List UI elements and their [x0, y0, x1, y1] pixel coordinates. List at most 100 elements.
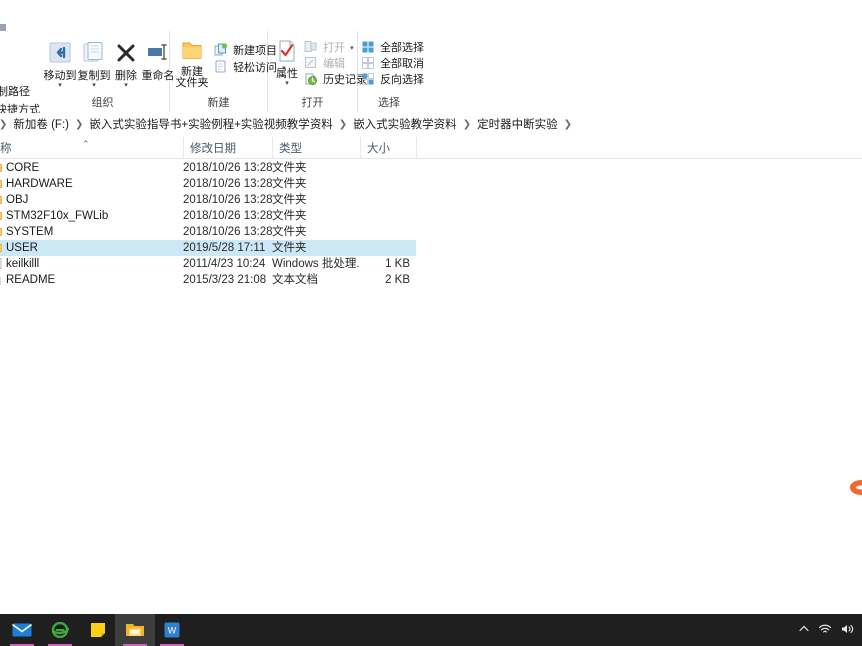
cell-size — [360, 176, 410, 192]
show-hidden-icons-icon[interactable] — [798, 623, 810, 638]
taskbar-item-wps[interactable]: W — [152, 614, 192, 646]
ribbon-group-select-label: 选择 — [378, 97, 400, 109]
network-wifi-icon[interactable] — [818, 623, 832, 638]
open-chevron-down-icon[interactable]: ▾ — [350, 44, 354, 52]
properties-button[interactable]: 属性 ▾ — [270, 39, 304, 87]
cell-date: 2018/10/26 13:28 — [183, 178, 273, 190]
window-title-strip — [0, 0, 862, 34]
column-header-size[interactable]: 大小 — [360, 137, 416, 158]
table-row[interactable]: OBJ 2018/10/26 13:28 文件夹 — [0, 192, 416, 208]
new-folder-icon — [172, 39, 212, 65]
ribbon-group-new: 新建 文件夹 新建项目 ▾ — [170, 31, 286, 112]
table-row[interactable]: USER 2019/5/28 17:11 文件夹 — [0, 240, 416, 256]
cell-type: 文件夹 — [272, 242, 307, 254]
delete-chevron-down-icon[interactable]: ▾ — [110, 82, 142, 89]
breadcrumb-separator-1[interactable]: ❯ — [72, 119, 86, 130]
table-row[interactable]: keilkilll 2011/4/23 10:24 Windows 批处理... 1 … — [0, 256, 416, 272]
copy-to-button[interactable]: 复制到 ▾ — [74, 41, 114, 89]
cell-date: 2018/10/26 13:28 — [183, 162, 273, 174]
properties-chevron-down-icon[interactable]: ▾ — [270, 80, 304, 87]
taskbar-item-file-explorer[interactable] — [115, 614, 155, 646]
cell-type: 文件夹 — [272, 162, 307, 174]
easy-access-icon — [214, 60, 227, 76]
breadcrumb-separator-4[interactable]: ❯ — [561, 119, 575, 130]
folder-icon — [0, 210, 3, 221]
new-item-icon — [214, 43, 228, 59]
delete-label: 删除 — [115, 69, 137, 82]
batch-file-icon — [0, 258, 2, 269]
history-icon — [304, 72, 317, 88]
cell-size — [360, 224, 410, 240]
invert-selection-label: 反向选择 — [380, 74, 425, 86]
ribbon-group-new-label: 新建 — [207, 97, 230, 109]
file-explorer-icon — [125, 622, 145, 638]
mail-icon — [12, 622, 32, 638]
column-header-date-label: 修改日期 — [190, 142, 236, 155]
cell-date: 2011/4/23 10:24 — [183, 258, 266, 270]
copy-path-button[interactable]: 复制路径 — [0, 83, 30, 99]
folder-icon — [0, 226, 3, 237]
table-row[interactable]: CORE 2018/10/26 13:28 文件夹 — [0, 160, 416, 176]
cell-size — [360, 208, 410, 224]
ribbon-group-organize-label: 组织 — [91, 97, 114, 109]
ribbon-content: 复制路径 粘贴快捷方式 — [0, 31, 424, 116]
cell-size — [360, 240, 410, 256]
cell-name: USER — [6, 242, 38, 254]
taskbar-item-internet-explorer[interactable] — [40, 614, 80, 646]
cell-name: SYSTEM — [6, 226, 54, 238]
properties-label: 属性 — [276, 67, 298, 80]
table-row[interactable]: STM32F10x_FWLib 2018/10/26 13:28 文件夹 — [0, 208, 416, 224]
cell-type: 文件夹 — [272, 210, 307, 222]
open-button[interactable]: 打开 ▾ — [304, 39, 354, 56]
select-none-button[interactable]: 全部取消 — [362, 55, 424, 72]
breadcrumb-item-2[interactable]: 嵌入式实验教学资料 — [350, 116, 460, 132]
breadcrumb-item-1[interactable]: 嵌入式实验指导书+实验例程+实验视频教学资料 — [86, 116, 335, 132]
partial-app-icon[interactable] — [849, 479, 862, 496]
folder-icon — [0, 194, 3, 205]
cell-date: 2015/3/23 21:08 — [183, 274, 267, 286]
cell-date: 2018/10/26 13:28 — [183, 194, 273, 206]
taskbar-item-mail[interactable] — [2, 614, 42, 646]
select-none-icon — [362, 56, 374, 72]
cell-name: HARDWARE — [6, 178, 73, 190]
cell-name: STM32F10x_FWLib — [6, 210, 109, 222]
table-row[interactable]: HARDWARE 2018/10/26 13:28 文件夹 — [0, 176, 416, 192]
breadcrumb-separator-3[interactable]: ❯ — [460, 119, 474, 130]
cell-type: 文本文档 — [272, 274, 318, 286]
folder-icon — [0, 242, 3, 253]
invert-selection-button[interactable]: 反向选择 — [362, 71, 424, 88]
column-header-type-label: 类型 — [279, 142, 302, 155]
edit-button[interactable]: 编辑 — [304, 55, 345, 72]
copy-to-chevron-down-icon[interactable]: ▾ — [74, 82, 114, 89]
column-header-type[interactable]: 类型 — [272, 137, 360, 158]
folder-icon — [0, 162, 3, 173]
cell-size: 2 KB — [385, 274, 410, 286]
breadcrumb-separator-2[interactable]: ❯ — [336, 119, 350, 130]
taskbar-item-sticky-note[interactable] — [78, 614, 118, 646]
edit-icon — [304, 56, 317, 72]
select-none-label: 全部取消 — [380, 58, 425, 70]
cell-type: Windows 批处理... — [272, 258, 360, 270]
breadcrumb-item-drive[interactable]: 新加卷 (F:) — [10, 116, 72, 132]
edit-label: 编辑 — [323, 58, 346, 70]
address-bar[interactable]: ❯ 新加卷 (F:) ❯ 嵌入式实验指导书+实验例程+实验视频教学资料 ❯ 嵌入… — [0, 113, 862, 135]
breadcrumb-item-current[interactable]: 定时器中断实验 — [474, 116, 561, 132]
cell-name: CORE — [6, 162, 40, 174]
open-icon — [304, 40, 317, 56]
cell-name: keilkilll — [6, 258, 40, 270]
new-folder-button[interactable]: 新建 文件夹 — [172, 39, 212, 90]
file-list: CORE 2018/10/26 13:28 文件夹 HARDWARE 2018/10/2… — [0, 160, 862, 288]
table-row[interactable]: SYSTEM 2018/10/26 13:28 文件夹 — [0, 224, 416, 240]
volume-icon[interactable] — [840, 623, 854, 638]
cell-type: 文件夹 — [272, 178, 307, 190]
column-header-name[interactable]: 称 ⌃ — [0, 137, 183, 158]
copy-path-label: 复制路径 — [0, 86, 30, 98]
new-folder-label-line2: 文件夹 — [175, 77, 209, 89]
breadcrumb-separator-0[interactable]: ❯ — [0, 119, 10, 130]
select-all-button[interactable]: 全部选择 — [362, 39, 424, 56]
column-headers: 称 ⌃ 修改日期 类型 大小 — [0, 137, 862, 159]
column-header-date[interactable]: 修改日期 — [183, 137, 272, 158]
cell-size — [360, 192, 410, 208]
table-row[interactable]: README 2015/3/23 21:08 文本文档 2 KB — [0, 272, 416, 288]
ribbon-group-select: 全部选择 全部取消 反向选择 选择 — [358, 31, 424, 112]
